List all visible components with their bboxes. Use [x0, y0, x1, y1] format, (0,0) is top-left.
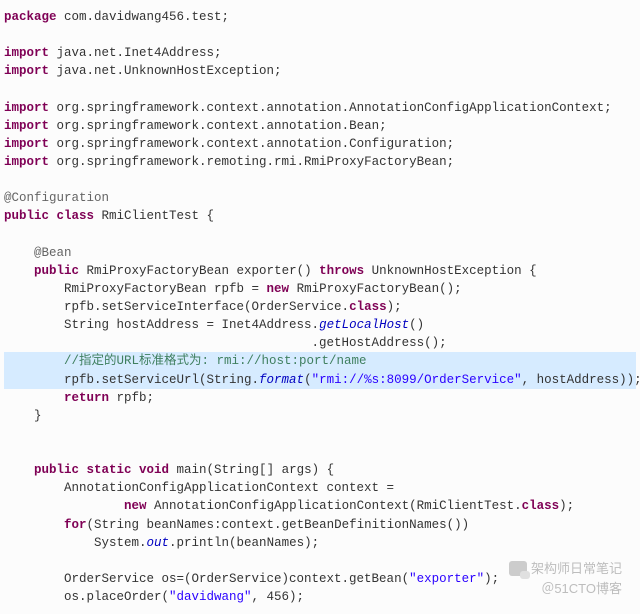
code-line: System.out.println(beanNames);: [4, 534, 636, 552]
code-line: import java.net.UnknownHostException;: [4, 62, 636, 80]
code-line: public static void main(String[] args) {: [4, 461, 636, 479]
code-line: import org.springframework.context.annot…: [4, 135, 636, 153]
code-line: public class RmiClientTest {: [4, 207, 636, 225]
blank-line: [4, 81, 636, 99]
code-line: import java.net.Inet4Address;: [4, 44, 636, 62]
code-line: for(String beanNames:context.getBeanDefi…: [4, 516, 636, 534]
code-line: }: [4, 407, 636, 425]
code-line: return rpfb;: [4, 389, 636, 407]
code-line-highlighted: rpfb.setServiceUrl(String.format("rmi://…: [4, 371, 636, 389]
code-line: import org.springframework.context.annot…: [4, 99, 636, 117]
blank-line: [4, 443, 636, 461]
blank-line: [4, 171, 636, 189]
blank-line: [4, 26, 636, 44]
code-line: os.placeOrder("davidwang", 456);: [4, 588, 636, 606]
code-line: @Configuration: [4, 189, 636, 207]
code-line: public RmiProxyFactoryBean exporter() th…: [4, 262, 636, 280]
code-line: AnnotationConfigApplicationContext conte…: [4, 479, 636, 497]
code-line: .getHostAddress();: [4, 334, 636, 352]
code-line: import org.springframework.remoting.rmi.…: [4, 153, 636, 171]
code-line: package com.davidwang456.test;: [4, 8, 636, 26]
blank-line: [4, 226, 636, 244]
blank-line: [4, 425, 636, 443]
blank-line: [4, 552, 636, 570]
code-block: package com.davidwang456.test; import ja…: [4, 8, 636, 606]
code-line: new AnnotationConfigApplicationContext(R…: [4, 497, 636, 515]
code-line: RmiProxyFactoryBean rpfb = new RmiProxyF…: [4, 280, 636, 298]
code-line: import org.springframework.context.annot…: [4, 117, 636, 135]
code-line: OrderService os=(OrderService)context.ge…: [4, 570, 636, 588]
code-line: rpfb.setServiceInterface(OrderService.cl…: [4, 298, 636, 316]
code-line: String hostAddress = Inet4Address.getLoc…: [4, 316, 636, 334]
code-line: @Bean: [4, 244, 636, 262]
code-line-highlighted: //指定的URL标准格式为: rmi://host:port/name: [4, 352, 636, 370]
